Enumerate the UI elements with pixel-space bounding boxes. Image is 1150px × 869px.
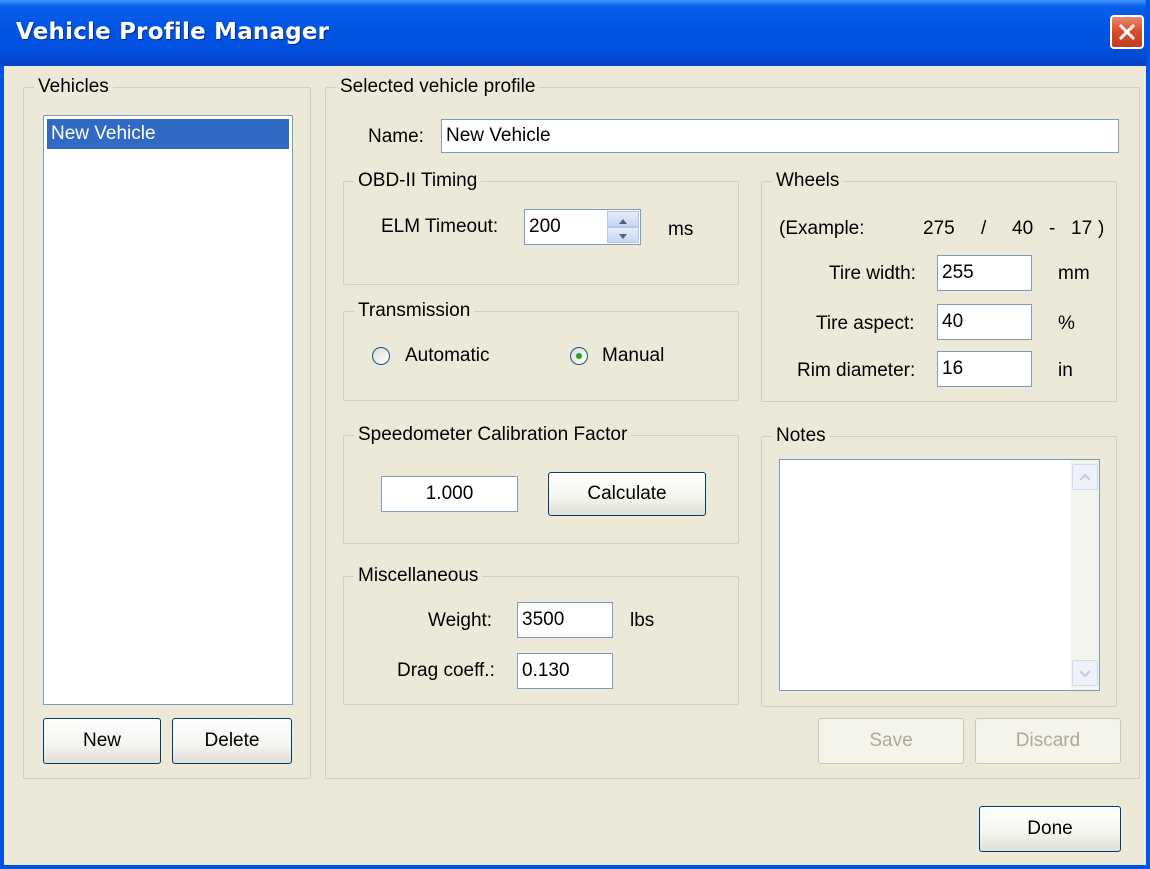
manual-label[interactable]: Manual (602, 345, 664, 367)
delete-vehicle-button[interactable]: Delete (172, 718, 292, 764)
tire-aspect-unit: % (1058, 313, 1075, 334)
tire-width-input[interactable] (937, 255, 1032, 291)
name-label: Name: (368, 126, 424, 147)
wheels-example-label: (Example: (779, 218, 865, 239)
elm-timeout-unit: ms (668, 219, 694, 240)
miscellaneous-legend: Miscellaneous (358, 565, 479, 586)
drag-coeff-label: Drag coeff.: (397, 660, 495, 681)
wheels-legend: Wheels (776, 170, 840, 191)
notes-textarea[interactable] (779, 459, 1100, 691)
wheels-example-aspect: 40 (1012, 218, 1034, 239)
transmission-legend: Transmission (358, 300, 471, 321)
notes-scrollbar[interactable] (1071, 460, 1099, 690)
new-vehicle-button[interactable]: New (43, 718, 161, 764)
scroll-down-button[interactable] (1072, 660, 1098, 686)
save-button[interactable]: Save (818, 718, 964, 764)
vehicles-legend: Vehicles (38, 76, 109, 97)
chevron-up-icon (1079, 473, 1091, 481)
speedometer-legend: Speedometer Calibration Factor (358, 424, 628, 445)
obd-timing-legend: OBD-II Timing (358, 170, 478, 191)
elm-timeout-label: ELM Timeout: (381, 216, 499, 237)
automatic-label[interactable]: Automatic (405, 345, 489, 367)
vehicle-list-item[interactable]: New Vehicle (47, 119, 289, 149)
transmission-group: Transmission (343, 300, 739, 401)
tire-width-label: Tire width: (829, 263, 916, 284)
wheels-example-rim: 17 (1071, 218, 1093, 239)
tire-width-unit: mm (1058, 263, 1090, 284)
rim-diameter-input[interactable] (937, 351, 1032, 387)
automatic-radio[interactable] (372, 347, 390, 365)
drag-coeff-input[interactable] (517, 653, 613, 689)
discard-button[interactable]: Discard (975, 718, 1121, 764)
radio-selected-dot (576, 353, 582, 359)
wheels-example-sep1: / (981, 218, 987, 239)
weight-unit: lbs (630, 610, 655, 631)
tire-aspect-input[interactable] (937, 304, 1032, 340)
spinner-down-button[interactable] (607, 227, 639, 243)
elm-timeout-spinner[interactable] (607, 211, 639, 243)
done-button[interactable]: Done (979, 806, 1121, 852)
calibration-factor-input[interactable] (381, 476, 518, 512)
vehicle-list[interactable]: New Vehicle (43, 115, 293, 705)
rim-diameter-unit: in (1058, 360, 1073, 381)
weight-label: Weight: (428, 610, 493, 631)
arrow-up-icon (619, 219, 627, 224)
vehicle-name-input[interactable] (441, 119, 1119, 153)
weight-input[interactable] (517, 602, 613, 638)
close-button[interactable] (1110, 15, 1144, 49)
notes-legend: Notes (776, 425, 826, 446)
rim-diameter-label: Rim diameter: (797, 360, 916, 381)
calculate-button[interactable]: Calculate (548, 472, 706, 516)
tire-aspect-label: Tire aspect: (816, 313, 915, 334)
scroll-up-button[interactable] (1072, 464, 1098, 490)
wheels-example-sep2: - (1049, 218, 1056, 239)
spinner-up-button[interactable] (607, 211, 639, 227)
arrow-down-icon (619, 234, 627, 239)
close-icon (1118, 23, 1136, 41)
manual-radio[interactable] (570, 347, 588, 365)
wheels-example-width: 275 (923, 218, 955, 239)
chevron-down-icon (1079, 670, 1091, 678)
wheels-example-close: ) (1098, 218, 1105, 239)
window-title: Vehicle Profile Manager (16, 19, 330, 45)
title-bar[interactable]: Vehicle Profile Manager (0, 0, 1146, 66)
selected-profile-legend: Selected vehicle profile (340, 76, 536, 97)
